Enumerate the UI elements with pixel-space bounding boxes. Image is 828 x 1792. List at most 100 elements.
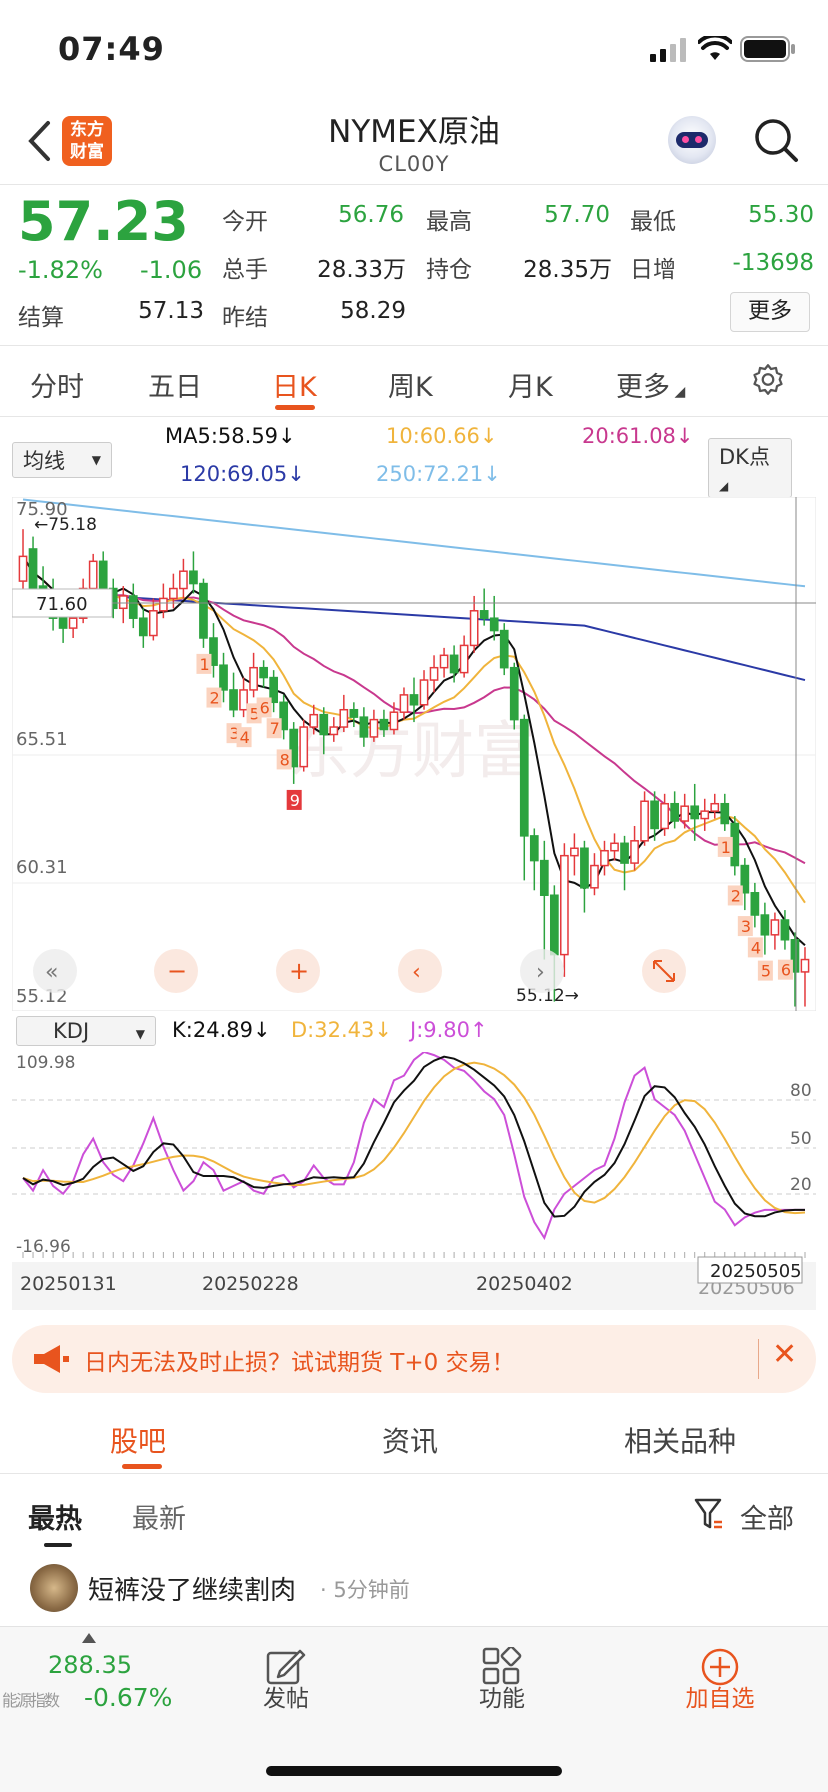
- compose-post-label[interactable]: 发帖: [226, 1679, 346, 1713]
- zoom-in-button[interactable]: +: [276, 949, 320, 993]
- last-price: 57.23: [18, 190, 189, 253]
- candle: [489, 617, 499, 632]
- settings-gear-icon[interactable]: [750, 363, 786, 399]
- filter-funnel-icon[interactable]: [694, 1497, 724, 1531]
- candle: [580, 847, 589, 889]
- candle: [359, 716, 369, 738]
- ma20-value: 20:61.08↓: [582, 424, 694, 448]
- candle: [570, 847, 579, 857]
- kdj-chart[interactable]: 109.98 -16.96 80 50 20 20250131 20250228…: [12, 1052, 816, 1310]
- high-label: 最高: [426, 209, 472, 235]
- banner-divider: [758, 1339, 759, 1379]
- close-icon[interactable]: ✕: [772, 1337, 797, 1372]
- filter-all[interactable]: 全部: [740, 1497, 794, 1536]
- ma-select[interactable]: 均线 ▼: [12, 442, 112, 478]
- candle: [670, 802, 680, 822]
- tab-news[interactable]: 资讯: [382, 1420, 438, 1460]
- candle: [249, 666, 258, 691]
- sequence-number: 1: [721, 838, 731, 857]
- candle: [590, 864, 599, 889]
- kdj-label-80: 80: [790, 1081, 812, 1101]
- tab-guba[interactable]: 股吧: [110, 1420, 166, 1460]
- up-arrow-icon: [82, 1633, 96, 1643]
- post-time: · 5分钟前: [320, 1578, 410, 1602]
- date-label-2: 20250228: [202, 1273, 299, 1295]
- cursor-date: 20250505: [710, 1261, 802, 1282]
- volume-label: 总手: [222, 257, 268, 283]
- candle: [128, 595, 138, 619]
- period-tabs: 分时 五日 日K 周K 月K 更多 ◢: [0, 347, 828, 417]
- functions-label[interactable]: 功能: [442, 1679, 562, 1713]
- add-watchlist-label[interactable]: 加自选: [660, 1679, 780, 1713]
- assistant-robot-icon[interactable]: [668, 116, 716, 164]
- home-indicator[interactable]: [266, 1766, 562, 1776]
- sequence-number: 2: [731, 886, 741, 905]
- kdj-d-value: D:32.43↓: [291, 1018, 392, 1042]
- active-tab-indicator: [275, 405, 315, 410]
- candle: [68, 617, 78, 629]
- candle: [199, 582, 208, 639]
- kdj-j-value: J:9.80↑: [410, 1018, 488, 1042]
- kdj-k-value: K:24.89↓: [172, 1018, 271, 1042]
- candle: [630, 840, 639, 864]
- quote-panel: 57.23 -1.82% -1.06 今开 56.76 最高 57.70 最低 …: [0, 186, 828, 346]
- promo-banner[interactable]: 日内无法及时止损？试试期货 T+0 交易！ ✕: [12, 1325, 816, 1393]
- candle: [519, 718, 529, 837]
- step-right-button[interactable]: ›: [520, 949, 564, 993]
- tab-more[interactable]: 更多 ◢: [616, 365, 685, 404]
- candle: [600, 849, 609, 867]
- candle: [479, 610, 489, 619]
- settle-value: 57.13: [138, 298, 204, 324]
- candle: [560, 854, 569, 956]
- tab-weekly-k[interactable]: 周K: [388, 365, 433, 404]
- daily-change-label: 日增: [630, 257, 676, 283]
- index-change: -0.67%: [84, 1683, 173, 1712]
- tab-daily-k[interactable]: 日K: [272, 365, 317, 404]
- more-quote-button[interactable]: 更多: [730, 292, 810, 332]
- open-value: 56.76: [338, 202, 404, 228]
- candle: [88, 560, 98, 590]
- signal-icon: [650, 38, 686, 62]
- tab-five-day[interactable]: 五日: [148, 365, 202, 404]
- tab-monthly-k[interactable]: 月K: [508, 365, 553, 404]
- sequence-number: 3: [741, 917, 751, 936]
- step-left-button[interactable]: ‹: [398, 949, 442, 993]
- candle: [710, 802, 720, 812]
- dk-point-select[interactable]: DK点 ◢: [708, 438, 792, 498]
- scroll-left-far-button[interactable]: «: [33, 949, 77, 993]
- settle-label: 结算: [18, 305, 64, 331]
- index-value[interactable]: 288.35: [48, 1651, 132, 1679]
- filter-hot[interactable]: 最热: [28, 1497, 82, 1536]
- candle: [309, 713, 319, 728]
- candle: [329, 726, 339, 736]
- filter-latest[interactable]: 最新: [132, 1497, 186, 1536]
- ma-select-label: 均线: [23, 449, 65, 473]
- daily-change-value: -13698: [732, 250, 814, 276]
- candle: [349, 708, 359, 718]
- candle: [169, 587, 178, 600]
- candle: [800, 958, 810, 973]
- megaphone-icon: [34, 1345, 69, 1373]
- avatar: [30, 1564, 78, 1612]
- tab-related[interactable]: 相关品种: [624, 1420, 736, 1460]
- y-label-2: 65.51: [16, 729, 68, 750]
- candle: [690, 805, 700, 820]
- post-item[interactable]: 短裤没了继续割肉 · 5分钟前: [0, 1560, 828, 1625]
- fullscreen-icon[interactable]: [642, 949, 686, 993]
- search-icon[interactable]: [752, 116, 800, 164]
- candle: [469, 610, 479, 647]
- kdj-label-50: 50: [790, 1129, 812, 1149]
- candle: [539, 859, 549, 896]
- tab-intraday[interactable]: 分时: [30, 365, 84, 404]
- kline-chart[interactable]: 东方财富 75.90 65.51 60.31 55.12 ←75.18 55.1…: [12, 497, 816, 1011]
- high-value: 57.70: [544, 202, 610, 228]
- svg-text:−: −: [167, 957, 187, 985]
- tab-more-label: 更多: [616, 372, 670, 403]
- svg-text:›: ›: [536, 960, 545, 985]
- kdj-select[interactable]: KDJ ▼: [16, 1016, 156, 1046]
- candle: [760, 914, 770, 936]
- candle: [239, 689, 248, 711]
- candle: [389, 711, 399, 731]
- zoom-out-button[interactable]: −: [154, 949, 198, 993]
- date-label-3: 20250402: [476, 1273, 573, 1295]
